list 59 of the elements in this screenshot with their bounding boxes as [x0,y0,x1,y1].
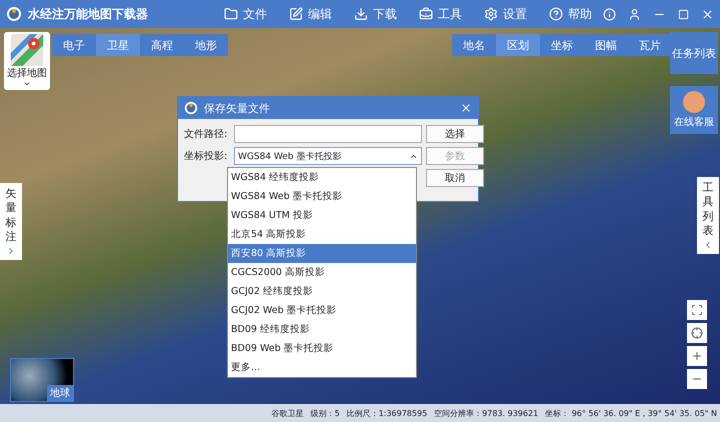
map-type-tab[interactable]: 高程 [140,34,184,56]
tool-list-panel-tab[interactable]: 工具列表 [697,177,719,254]
close-icon[interactable] [460,102,472,114]
crosshair-icon [691,327,703,339]
fullscreen-button[interactable] [687,300,707,320]
fullscreen-icon [691,304,703,316]
folder-icon [224,7,238,21]
edit-icon [289,7,303,21]
status-text: 空间分辨率：9783. 939621 [434,408,538,418]
satellite-map[interactable] [0,28,720,404]
online-support-button[interactable]: 在线客服 [670,86,718,134]
plus-icon [691,350,703,362]
globe-label: 地球 [47,385,73,401]
path-label: 文件路径: [184,128,228,141]
overlay-tab[interactable]: 地名 [452,34,496,56]
status-text: 级别：5 [310,408,340,418]
overlay-tab[interactable]: 图幅 [584,34,628,56]
zoom-in-button[interactable] [687,346,707,366]
task-list-button[interactable]: 任务列表 [670,32,718,74]
toolbox-icon [419,7,433,21]
choose-button[interactable]: 选择 [426,125,484,143]
map-chooser-button[interactable]: 选择地图 [4,32,50,90]
avatar-icon [683,91,705,113]
download-icon [354,7,368,21]
caret-icon [23,80,31,88]
map-pin-logo-icon [10,34,44,66]
cancel-button[interactable]: 取消 [426,169,484,187]
map-type-tab[interactable]: 卫星 [96,34,140,56]
overlay-tab[interactable]: 坐标 [540,34,584,56]
overlay-tab[interactable]: 瓦片 [628,34,672,56]
status-text: 谷歌卫星 [272,408,304,418]
menu-item[interactable]: 编辑 [289,6,332,22]
globe-logo-icon [6,6,22,22]
dialog-title: 保存矢量文件 [204,100,271,116]
maximize-icon[interactable] [678,8,689,20]
path-input-field[interactable] [234,125,422,143]
info-icon[interactable] [603,8,616,20]
help-icon [549,7,563,21]
menu-item[interactable]: 文件 [224,6,267,22]
menu-item[interactable]: 下载 [354,6,397,22]
status-text: 比例尺：1:36978595 [346,408,428,418]
map-type-tab[interactable]: 电子 [52,34,96,56]
menu-item[interactable]: 设置 [484,6,527,22]
window-title: 水经注万能地图下载器 [28,6,149,22]
map-type-tab[interactable]: 地形 [184,34,228,56]
menu-item[interactable]: 工具 [419,6,462,22]
projection-label: 坐标投影: [184,150,228,163]
status-text: 坐标： 96° 56' 36. 09" E , 39° 54' 35. 05" N [545,408,717,418]
projection-dropdown[interactable]: WGS84 Web 墨卡托投影 [234,147,422,165]
globe-logo-icon [184,101,198,115]
user-icon[interactable] [628,8,641,20]
globe-thumbnail[interactable]: 地球 [10,358,74,402]
locate-button[interactable] [687,323,707,343]
overlay-tab[interactable]: 区划 [496,34,540,56]
menu-item[interactable]: 帮助 [549,6,592,22]
projection-option[interactable]: 西安80 高斯投影 [228,244,416,263]
vector-label-panel-tab[interactable]: 矢量标注 [0,183,22,260]
settings-icon [484,7,498,21]
close-icon[interactable] [701,8,714,20]
